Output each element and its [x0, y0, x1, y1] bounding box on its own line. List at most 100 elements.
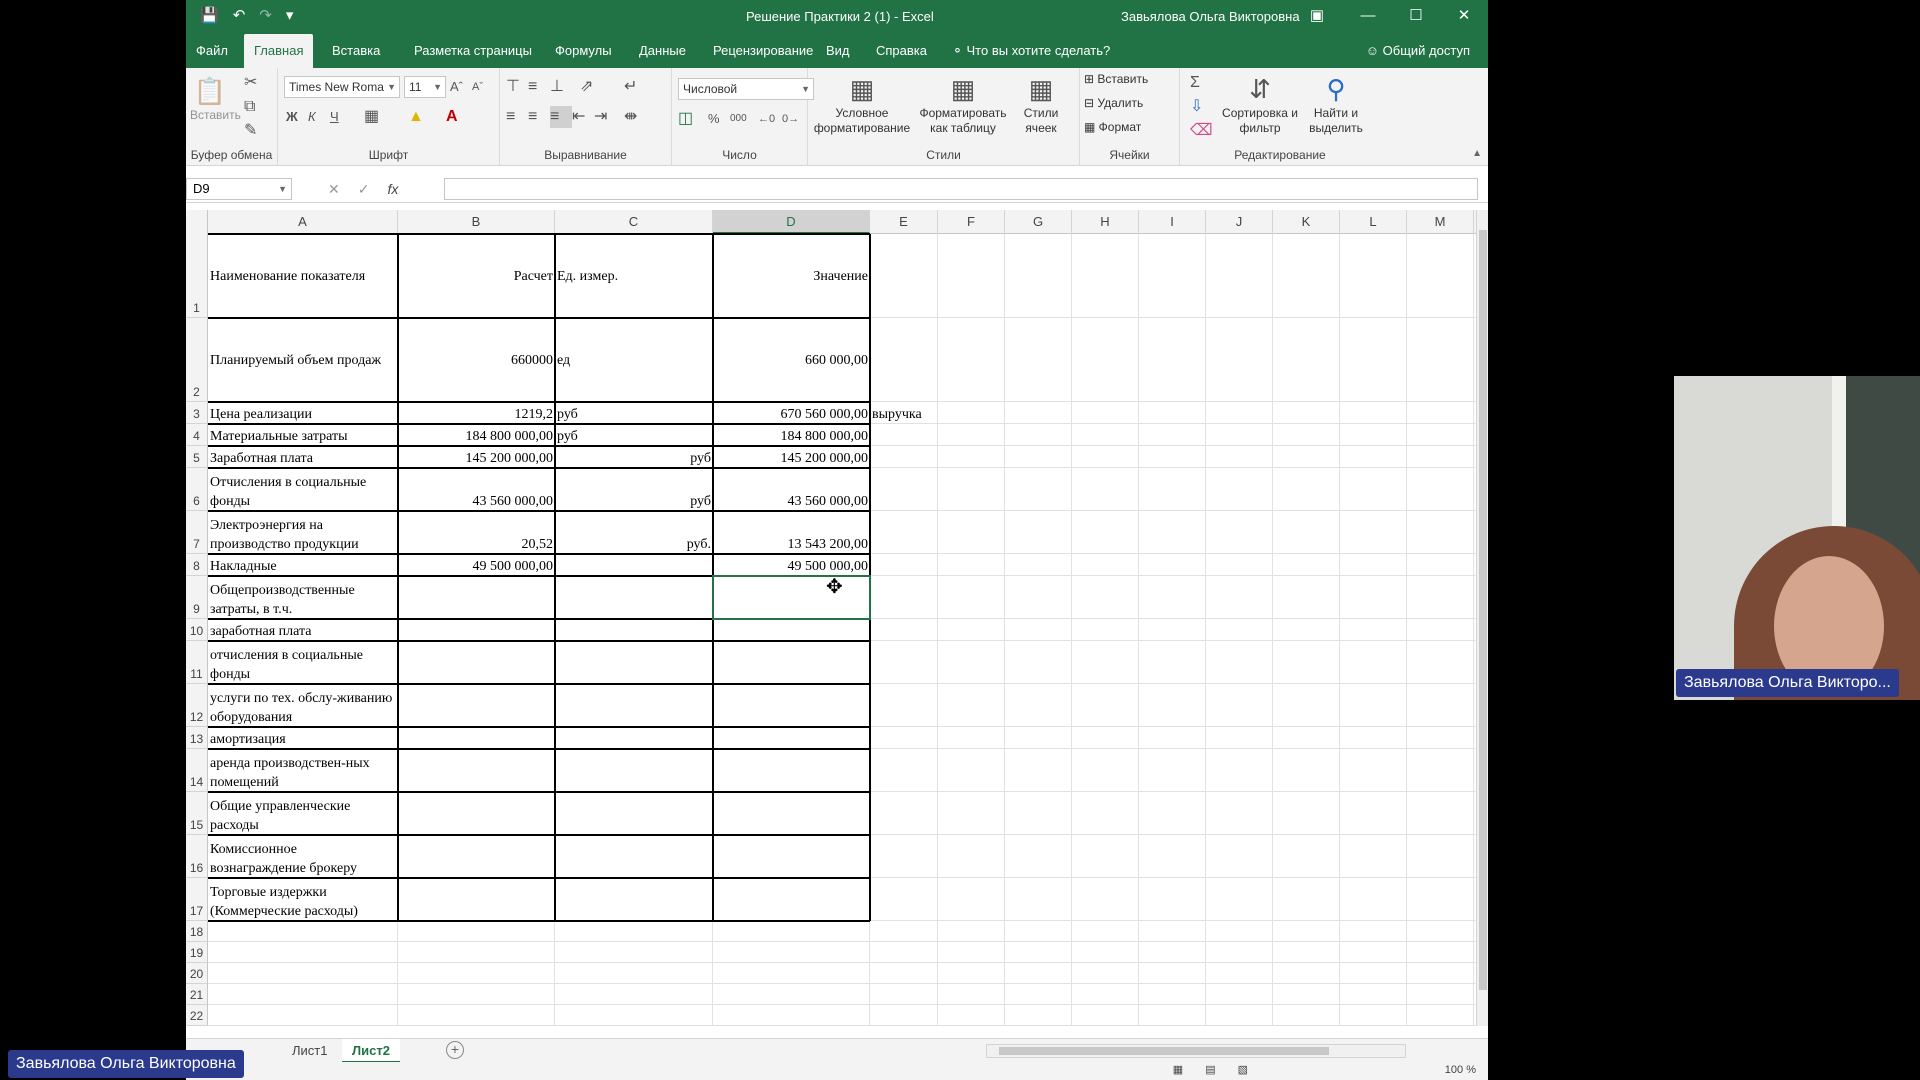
column-header-i[interactable]: I	[1139, 210, 1206, 234]
cell-e13[interactable]	[870, 727, 1000, 749]
cell-c5[interactable]: руб	[555, 446, 713, 468]
row-header[interactable]: 7	[186, 511, 208, 554]
italic-button[interactable]: К	[308, 106, 330, 128]
cell-c10[interactable]	[555, 619, 713, 641]
column-header-h[interactable]: H	[1072, 210, 1139, 234]
row-header[interactable]: 10	[186, 619, 208, 641]
find-select-button[interactable]: ⚲ Найти и выделить	[1300, 72, 1372, 136]
format-painter-icon[interactable]: ✎	[244, 120, 266, 142]
tab-review[interactable]: Рецензирование	[703, 34, 823, 68]
cell-b22[interactable]	[398, 1005, 555, 1026]
cancel-icon[interactable]: ✕	[328, 181, 340, 198]
cell-a2[interactable]: Планируемый объем продаж	[208, 318, 398, 402]
column-header-j[interactable]: J	[1206, 210, 1273, 234]
row-header[interactable]: 21	[186, 984, 208, 1005]
cell-a13[interactable]: амортизация	[208, 727, 398, 749]
cell-e21[interactable]	[870, 984, 1000, 1005]
cell-c16[interactable]	[555, 835, 713, 878]
cell-a5[interactable]: Заработная плата	[208, 446, 398, 468]
cell-d4[interactable]: 184 800 000,00	[713, 424, 870, 446]
bold-button[interactable]: Ж	[286, 106, 308, 128]
cell-c20[interactable]	[555, 963, 713, 984]
font-name-select[interactable]: Times New Roma ▼	[284, 76, 400, 98]
cell-c6[interactable]: руб	[555, 468, 713, 511]
cell-d2[interactable]: 660 000,00	[713, 318, 870, 402]
align-right-icon[interactable]: ≡	[550, 106, 572, 128]
decrease-indent-icon[interactable]: ⇤	[572, 106, 594, 128]
save-icon[interactable]: 💾	[200, 7, 219, 25]
tab-formulas[interactable]: Формулы	[545, 34, 622, 68]
cell-a1[interactable]: Наименование показателя	[208, 234, 398, 318]
clear-icon[interactable]: ⌫	[1190, 120, 1213, 142]
conditional-formatting-button[interactable]: ▦ Условное форматирование	[812, 72, 912, 136]
row-header[interactable]: 15	[186, 792, 208, 835]
decrease-decimal-icon[interactable]: 0→	[782, 108, 804, 130]
align-left-icon[interactable]: ≡	[506, 106, 528, 128]
cell-b6[interactable]: 43 560 000,00	[398, 468, 555, 511]
cell-a12[interactable]: услуги по тех. обслу-живанию оборудовани…	[208, 684, 398, 727]
percent-button[interactable]: %	[708, 108, 730, 130]
align-center-icon[interactable]: ≡	[528, 106, 550, 128]
cell-b7[interactable]: 20,52	[398, 511, 555, 554]
cell-b10[interactable]	[398, 619, 555, 641]
cell-c15[interactable]	[555, 792, 713, 835]
cell-e1[interactable]	[870, 234, 1000, 318]
cell-d20[interactable]	[713, 963, 870, 984]
cell-b8[interactable]: 49 500 000,00	[398, 554, 555, 576]
sheet-tab-2[interactable]: Лист2	[342, 1039, 400, 1063]
cell-a14[interactable]: аренда производствен-ных помещений	[208, 749, 398, 792]
cell-e5[interactable]	[870, 446, 1000, 468]
sort-filter-button[interactable]: ⇵ Сортировка и фильтр	[1222, 72, 1298, 136]
number-format-select[interactable]: Числовой ▼	[678, 78, 814, 100]
cell-b13[interactable]	[398, 727, 555, 749]
column-header-d[interactable]: D	[713, 210, 870, 234]
cell-d16[interactable]	[713, 835, 870, 878]
tab-data[interactable]: Данные	[629, 34, 696, 68]
cell-e3[interactable]: выручка	[870, 402, 1000, 424]
cell-d11[interactable]	[713, 641, 870, 684]
column-header-a[interactable]: A	[208, 210, 398, 234]
cell-b1[interactable]: Расчет	[398, 234, 555, 318]
cell-d17[interactable]	[713, 878, 870, 921]
vertical-scrollbar[interactable]	[1476, 210, 1488, 1026]
normal-view-icon[interactable]: ▦	[1173, 1063, 1183, 1076]
cell-b20[interactable]	[398, 963, 555, 984]
cell-e14[interactable]	[870, 749, 1000, 792]
font-size-select[interactable]: 11 ▼	[404, 76, 446, 98]
page-layout-view-icon[interactable]: ▤	[1205, 1063, 1215, 1076]
row-header[interactable]: 14	[186, 749, 208, 792]
cell-b17[interactable]	[398, 878, 555, 921]
cell-c3[interactable]: руб	[555, 402, 713, 424]
scroll-thumb[interactable]	[999, 1047, 1329, 1055]
align-top-icon[interactable]: ⊤	[506, 76, 528, 98]
format-cells-button[interactable]: ▦ Формат	[1084, 120, 1141, 135]
column-header-g[interactable]: G	[1005, 210, 1072, 234]
undo-icon[interactable]: ↶	[233, 7, 246, 25]
redo-icon[interactable]: ↷	[259, 7, 272, 25]
cell-c2[interactable]: ед	[555, 318, 713, 402]
cell-c18[interactable]	[555, 921, 713, 942]
cell-b12[interactable]	[398, 684, 555, 727]
increase-decimal-icon[interactable]: ←0	[758, 108, 780, 130]
row-header[interactable]: 22	[186, 1005, 208, 1026]
enter-icon[interactable]: ✓	[358, 181, 370, 198]
cell-styles-button[interactable]: ▦ Стили ячеек	[1016, 72, 1066, 136]
column-header-f[interactable]: F	[938, 210, 1005, 234]
cell-c11[interactable]	[555, 641, 713, 684]
cell-d10[interactable]	[713, 619, 870, 641]
add-sheet-icon[interactable]: +	[446, 1041, 464, 1059]
row-header[interactable]: 11	[186, 641, 208, 684]
close-icon[interactable]: ✕	[1440, 0, 1488, 34]
row-header[interactable]: 17	[186, 878, 208, 921]
cell-e2[interactable]	[870, 318, 1000, 402]
cell-b11[interactable]	[398, 641, 555, 684]
cell-a10[interactable]: заработная плата	[208, 619, 398, 641]
tab-view[interactable]: Вид	[816, 34, 860, 68]
cell-c12[interactable]	[555, 684, 713, 727]
row-header[interactable]: 19	[186, 942, 208, 963]
cell-a9[interactable]: Общепроизводственные затраты, в т.ч.	[208, 576, 398, 619]
cell-c17[interactable]	[555, 878, 713, 921]
cell-a15[interactable]: Общие управленческие расходы	[208, 792, 398, 835]
fill-icon[interactable]: ⇩	[1190, 96, 1212, 118]
zoom-level[interactable]: 100 %	[1445, 1064, 1476, 1076]
